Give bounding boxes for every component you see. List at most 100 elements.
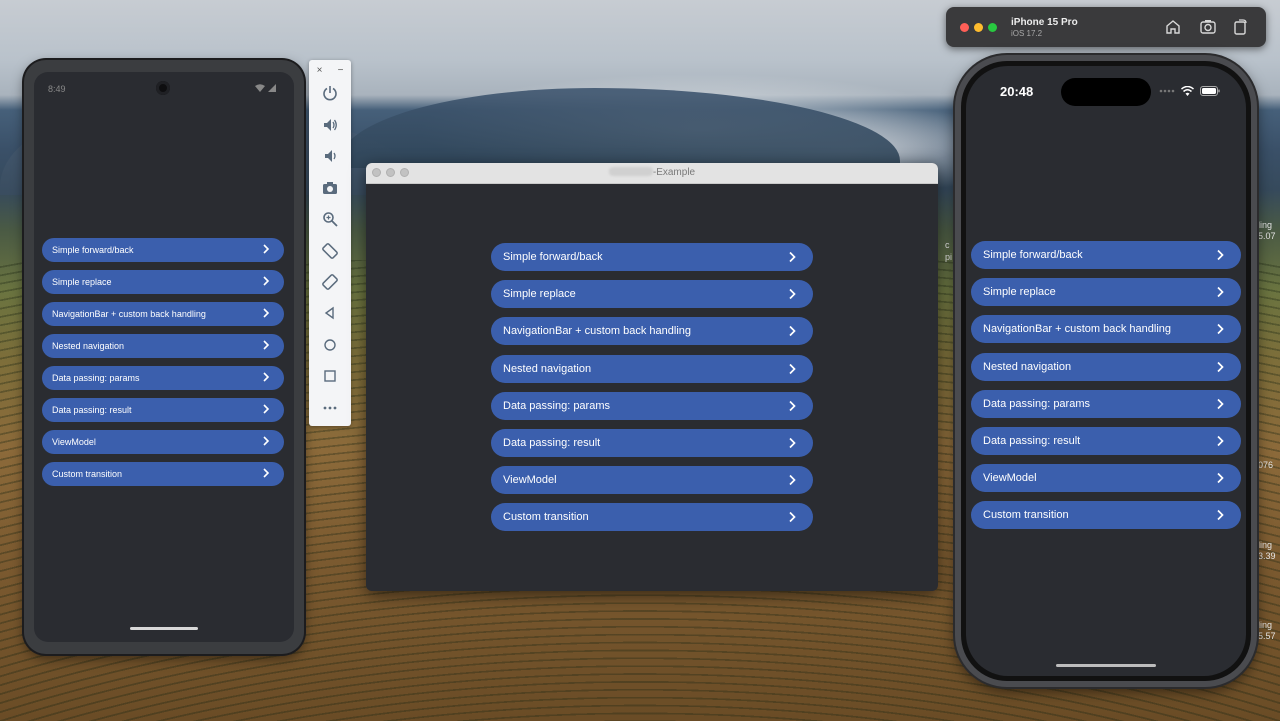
chevron-right-icon [789,251,796,263]
android-item-simple-forward-back[interactable]: Simple forward/back [42,238,284,262]
rotate-left-icon [322,243,338,259]
simulator-zoom-button[interactable] [988,23,997,32]
zoom-icon [323,212,338,227]
ios-simulator-title-bar[interactable]: iPhone 15 Pro iOS 17.2 [946,7,1266,47]
desktop-item-simple-replace[interactable]: Simple replace [491,280,813,309]
desktop-app-window: -Example Simple forward/back Simple repl… [366,163,938,591]
item-label: NavigationBar + custom back handling [503,325,692,338]
item-label: ViewModel [983,472,1037,485]
chevron-right-icon [789,326,796,337]
rotate-right-button[interactable] [320,272,340,292]
signal-icon [268,84,276,92]
chevron-right-icon [263,372,270,382]
rotate-left-button[interactable] [320,241,340,261]
ios-item-simple-replace[interactable]: Simple replace [971,278,1241,307]
android-gesture-bar[interactable] [130,627,198,630]
close-emulator-button[interactable]: × [317,65,323,76]
ios-item-data-passing-params[interactable]: Data passing: params [971,389,1241,418]
ios-item-nested-navigation[interactable]: Nested navigation [971,352,1241,381]
home-button[interactable] [320,335,340,355]
chevron-right-icon [263,308,270,318]
android-item-navigationbar-back-handling[interactable]: NavigationBar + custom back handling [42,302,284,326]
window-title-bar[interactable]: -Example [366,163,938,184]
android-item-viewmodel[interactable]: ViewModel [42,430,284,454]
ios-status-icons [1159,86,1220,96]
chevron-right-icon [263,436,270,446]
ios-item-data-passing-result[interactable]: Data passing: result [971,426,1241,455]
chevron-right-icon [1217,435,1224,447]
android-item-data-passing-params[interactable]: Data passing: params [42,366,284,390]
background-text-fragment: ling [1258,540,1273,550]
volume-down-icon [325,150,336,162]
screenshot-button[interactable] [320,178,340,198]
android-item-data-passing-result[interactable]: Data passing: result [42,398,284,422]
wifi-icon [255,84,266,92]
home-icon [324,339,336,351]
iphone-simulator-device: 20:48 Simple forward/back Simple replace… [955,55,1257,687]
desktop-item-navigationbar-back-handling[interactable]: NavigationBar + custom back handling [491,317,813,346]
overview-button[interactable] [320,366,340,386]
ios-status-time: 20:48 [1000,84,1034,99]
more-button[interactable] [320,398,340,418]
battery-icon [1200,86,1220,96]
background-text-fragment: 076 [1258,460,1274,470]
android-item-simple-replace[interactable]: Simple replace [42,270,284,294]
chevron-right-icon [1217,398,1224,409]
simulator-device-name: iPhone 15 Pro [1011,17,1078,28]
desktop-item-data-passing-params[interactable]: Data passing: params [491,391,813,420]
rotate-icon[interactable] [1231,18,1249,36]
ios-item-custom-transition[interactable]: Custom transition [971,501,1241,530]
item-label: Simple forward/back [503,251,603,263]
volume-down-button[interactable] [320,146,340,166]
desktop-nav-list: Simple forward/back Simple replace Navig… [491,243,813,541]
back-button[interactable] [320,303,340,323]
volume-up-button[interactable] [320,115,340,135]
desktop-item-custom-transition[interactable]: Custom transition [491,503,813,532]
item-label: Simple replace [503,288,576,301]
item-label: NavigationBar + custom back handling [983,323,1172,336]
home-icon[interactable] [1164,18,1182,36]
desktop-item-nested-navigation[interactable]: Nested navigation [491,354,813,383]
android-item-custom-transition[interactable]: Custom transition [42,462,284,486]
ios-item-simple-forward-back[interactable]: Simple forward/back [971,241,1241,269]
background-text-fragment: pi [945,252,953,262]
rotate-right-icon [322,274,338,290]
ios-item-viewmodel[interactable]: ViewModel [971,464,1241,493]
simulator-os-version: iOS 17.2 [1011,29,1043,38]
item-label: Custom transition [983,509,1069,522]
item-label: Custom transition [52,469,123,479]
volume-up-icon [324,119,337,131]
chevron-right-icon [789,363,796,374]
item-label: Data passing: params [503,399,610,412]
item-label: Data passing: result [983,434,1081,447]
android-item-nested-navigation[interactable]: Nested navigation [42,334,284,358]
ios-home-indicator[interactable] [1056,664,1156,667]
item-label: NavigationBar + custom back handling [52,309,206,319]
simulator-minimize-button[interactable] [974,23,983,32]
chevron-right-icon [1217,324,1224,335]
simulator-close-button[interactable] [960,23,969,32]
background-text-fragment: 5.07 [1258,231,1276,241]
power-button[interactable] [320,83,340,103]
android-emulator-device: 8:49 Simple forward/back Simple replace … [24,60,304,654]
emulator-toolbar: × − [309,60,351,426]
chevron-right-icon [789,289,796,300]
item-label: Data passing: params [983,397,1090,410]
desktop-item-data-passing-result[interactable]: Data passing: result [491,428,813,457]
desktop-item-viewmodel[interactable]: ViewModel [491,466,813,495]
desktop-item-simple-forward-back[interactable]: Simple forward/back [491,243,813,271]
background-text-fragment: 5.57 [1258,631,1276,641]
iphone-bezel: 20:48 Simple forward/back Simple replace… [961,61,1251,681]
iphone-screen: 20:48 Simple forward/back Simple replace… [966,66,1246,676]
redacted-title-part [608,167,653,176]
android-status-icons [255,84,276,94]
chevron-right-icon [1217,510,1224,521]
minimize-emulator-button[interactable]: − [338,65,344,76]
item-label: Data passing: result [503,436,601,449]
item-label: Nested navigation [503,362,592,375]
zoom-button[interactable] [320,209,340,229]
signal-dots-icon [1159,89,1175,93]
screenshot-icon[interactable] [1199,18,1217,36]
ios-item-navigationbar-back-handling[interactable]: NavigationBar + custom back handling [971,315,1241,344]
chevron-right-icon [263,340,270,350]
